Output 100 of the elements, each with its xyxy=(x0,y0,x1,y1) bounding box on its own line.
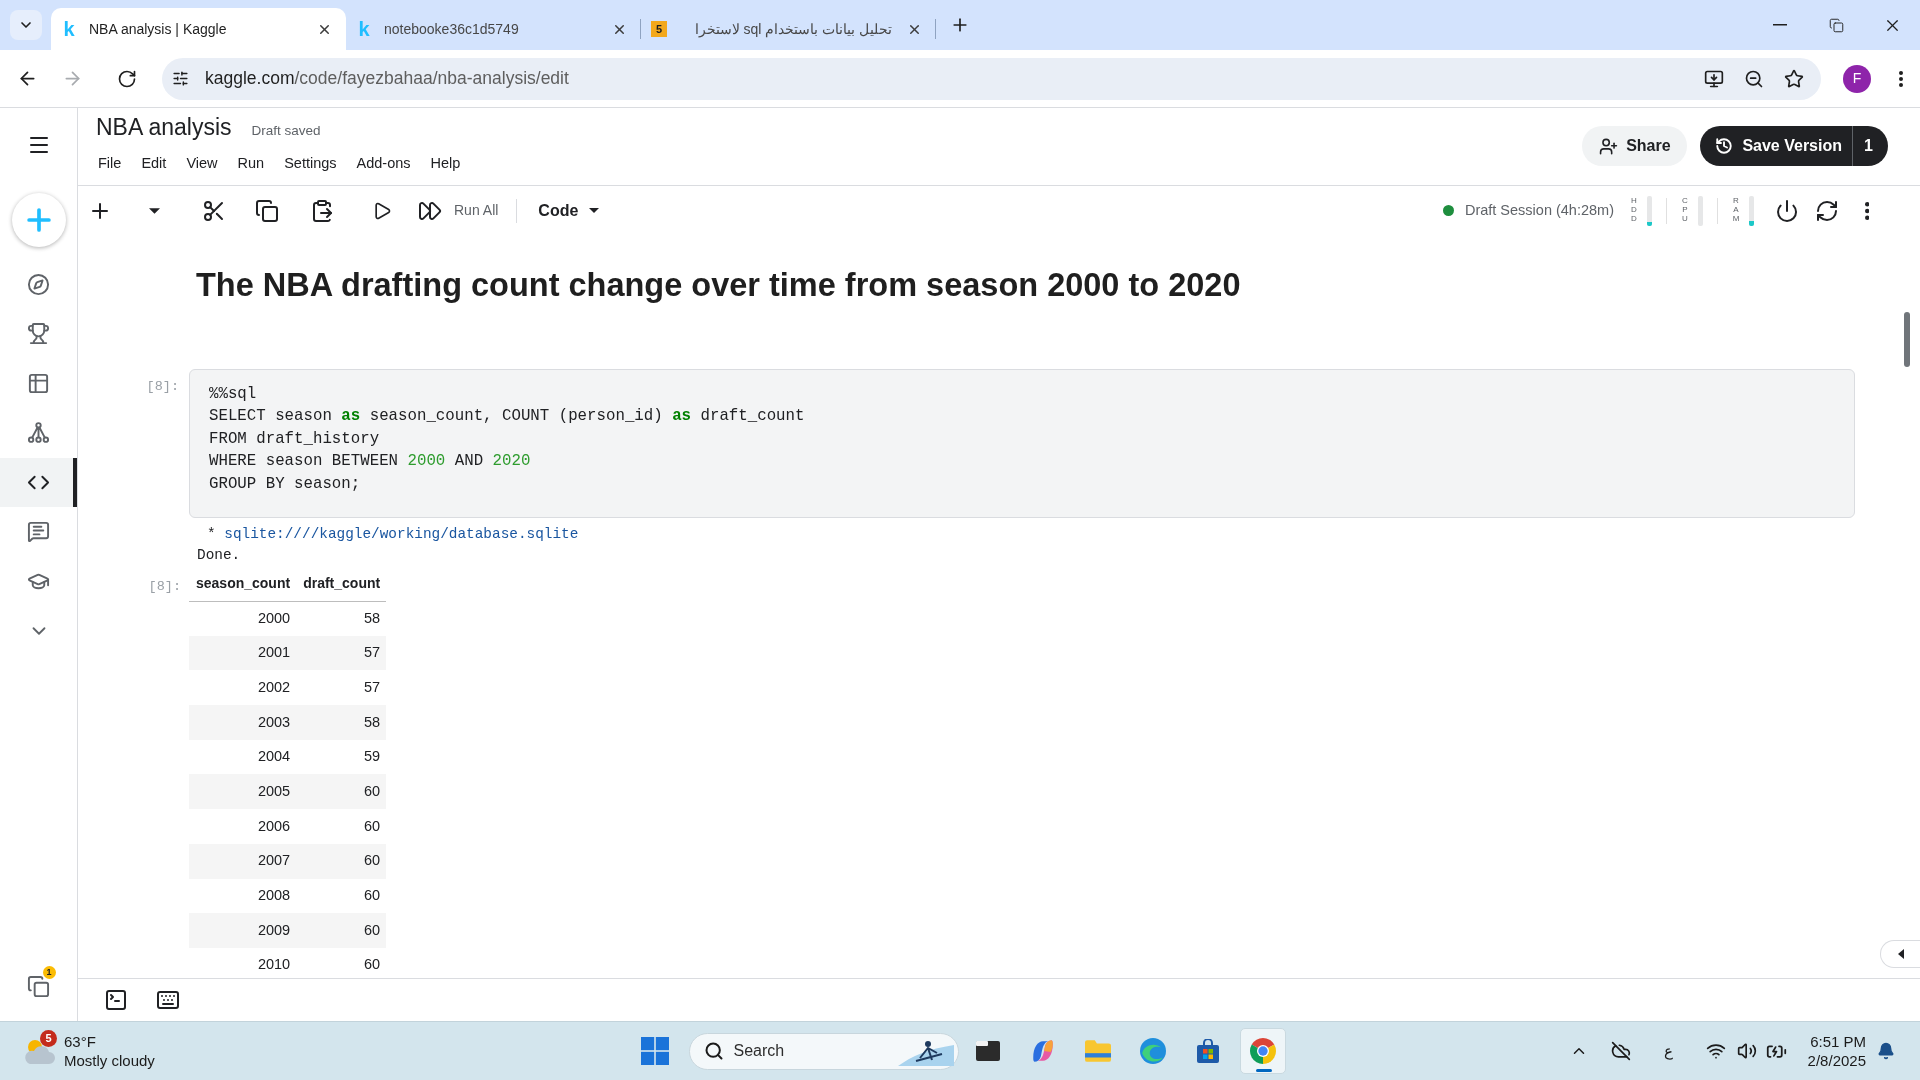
tab-search-button[interactable] xyxy=(10,10,42,40)
code-editor[interactable]: %%sql SELECT season as season_count, COUNT (person_id) as draft_count FROM draft_history WHERE season BETWEEN 2000 AND 2020 GROUP BY season; xyxy=(189,369,1855,519)
temperature[interactable]: 63°F xyxy=(64,1032,155,1051)
table-cell: 2005 xyxy=(189,774,297,810)
scrollbar-thumb[interactable] xyxy=(1904,312,1910,367)
copy-icon xyxy=(255,198,279,223)
code-line: %%sql xyxy=(209,384,257,405)
clock-time[interactable]: 6:51 PM xyxy=(1810,1032,1866,1051)
meter-label: HDD xyxy=(1630,197,1638,224)
caret-left-icon xyxy=(1897,949,1904,959)
code-line: FROM draft_history xyxy=(209,428,380,450)
code-line: GROUP BY season; xyxy=(209,473,361,495)
speaker-icon xyxy=(1736,1041,1757,1061)
volume-button[interactable] xyxy=(1735,1040,1758,1062)
table-cell: 2006 xyxy=(189,809,297,844)
site-logo: k xyxy=(62,18,76,40)
play-icon xyxy=(372,200,392,221)
person-plus-icon xyxy=(1599,136,1619,156)
caret-down-icon xyxy=(589,208,600,213)
scissors-icon xyxy=(202,198,226,223)
collapse-panel-button[interactable] xyxy=(1880,940,1920,968)
four-squares-icon xyxy=(640,1037,669,1065)
table-cell: 2003 xyxy=(189,705,297,740)
console-button[interactable] xyxy=(104,988,128,1012)
search-bar[interactable]: Search xyxy=(688,1032,959,1070)
connection-string: * sqlite:////kaggle/working/database.sqlite xyxy=(207,525,579,545)
dark-window-icon xyxy=(975,1041,1000,1061)
share-button[interactable]: Share xyxy=(1582,126,1688,166)
table-cell: 2007 xyxy=(189,843,297,879)
column-header: season_count xyxy=(189,566,297,602)
code-button[interactable] xyxy=(0,457,77,507)
table-cell: 59 xyxy=(296,739,387,775)
table-cell: 2002 xyxy=(189,670,297,706)
table-cell: 60 xyxy=(296,774,387,810)
save-version-button[interactable]: Save Version xyxy=(1700,126,1852,166)
search-input[interactable]: Search xyxy=(733,1039,854,1063)
notifications-button[interactable] xyxy=(1876,1041,1896,1061)
table-cell: 2009 xyxy=(189,913,297,948)
minimize-icon xyxy=(1773,24,1787,26)
menu-item[interactable]: Run xyxy=(227,149,275,179)
table-cell: 60 xyxy=(296,947,387,978)
menu-item[interactable]: Help xyxy=(420,149,471,179)
keyboard-icon xyxy=(156,988,180,1012)
table-cell: 60 xyxy=(296,913,387,948)
monitor-download-icon xyxy=(1704,68,1724,89)
wifi-icon xyxy=(1705,1041,1726,1061)
meter-label: CPU xyxy=(1681,197,1689,224)
notification-badge: 1 xyxy=(42,966,56,979)
weather-condition[interactable]: Mostly cloudy xyxy=(64,1051,155,1070)
star-icon xyxy=(1784,68,1804,89)
site-logo: 5 xyxy=(651,21,667,37)
version-count-button[interactable]: 1 xyxy=(1852,126,1888,166)
browser-tab[interactable]: k notebooke36c1d5749 xyxy=(346,8,641,50)
save-status: Draft saved xyxy=(251,122,321,140)
terminal-icon xyxy=(104,988,128,1012)
refresh-icon xyxy=(1815,198,1839,223)
history-icon xyxy=(1715,137,1734,155)
comments-icon xyxy=(27,520,50,544)
search-icon xyxy=(703,1041,724,1061)
markdown-heading: The NBA drafting count change over time from season 2000 to 2020 xyxy=(196,266,1242,304)
browser-tab[interactable]: k NBA analysis | Kaggle xyxy=(51,8,346,50)
menu-item[interactable]: File xyxy=(88,149,132,179)
stacked-squares-icon xyxy=(27,974,50,998)
code-line: WHERE season BETWEEN 2000 AND 2020 xyxy=(209,451,531,473)
run-all-button[interactable]: Run All xyxy=(412,192,507,229)
output-prompt: [8]: xyxy=(148,579,181,595)
table-cell: 58 xyxy=(296,705,387,740)
cloud-status-button[interactable] xyxy=(1609,1040,1632,1062)
menu-item[interactable]: Edit xyxy=(131,149,177,179)
tricolor-logo-icon xyxy=(1249,1038,1276,1064)
table-cell: 2001 xyxy=(189,635,297,671)
table-cell: 60 xyxy=(296,843,387,879)
menu-item[interactable]: View xyxy=(176,149,228,179)
code-line: SELECT season as season_count, COUNT (person_id) as draft_count xyxy=(209,406,805,428)
input-language-indicator[interactable]: ع xyxy=(1663,1039,1673,1063)
caret-down-icon xyxy=(148,207,160,214)
recent-items-button[interactable]: 1 xyxy=(18,966,59,1006)
site-logo: k xyxy=(357,18,371,40)
notebook-title[interactable]: NBA analysis xyxy=(96,112,232,142)
shortcuts-button[interactable] xyxy=(156,988,180,1012)
menu-item[interactable]: Settings xyxy=(274,149,347,179)
table-cell: 57 xyxy=(296,670,387,706)
cell-type-dropdown[interactable]: Code xyxy=(528,192,608,229)
table-cell: 60 xyxy=(296,878,387,914)
reload-icon xyxy=(117,68,137,89)
profile-avatar[interactable]: F xyxy=(1843,64,1871,93)
session-button[interactable]: Draft Session (4h:28m) xyxy=(1464,199,1614,222)
address-bar[interactable]: kaggle.com/code/fayezbahaa/nba-analysis/edit xyxy=(162,57,1821,100)
output-status: Done. xyxy=(197,546,242,566)
menu-item[interactable]: Add-ons xyxy=(346,149,421,179)
compass-icon xyxy=(27,272,50,296)
folder-icon xyxy=(1084,1040,1111,1062)
clock-date[interactable]: 2/8/2025 xyxy=(1807,1051,1866,1070)
meter-track xyxy=(1698,195,1703,226)
table-icon xyxy=(27,371,50,395)
restore-icon xyxy=(1828,17,1844,33)
tune-icon xyxy=(171,70,189,87)
power-icon xyxy=(1775,198,1799,223)
table-cell: 58 xyxy=(296,601,387,636)
meter-label: RAM xyxy=(1732,197,1740,224)
